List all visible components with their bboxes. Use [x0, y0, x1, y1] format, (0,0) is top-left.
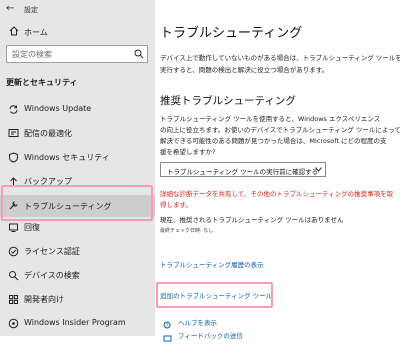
sidebar-item-label: デバイスの検索	[24, 271, 80, 280]
last-checked-text: 最終チェック日時: なし	[160, 228, 214, 234]
sidebar-item-label: 配信の最適化	[24, 129, 72, 138]
sidebar: ← 設定 ホーム 設定の検索 更新とセキュリティ Windows Update …	[0, 0, 155, 336]
recommended-title: 推奨トラブルシューティング	[160, 95, 296, 107]
find-device-icon	[9, 271, 19, 281]
developer-icon	[9, 295, 19, 305]
search-placeholder: 設定の検索	[12, 50, 52, 59]
home-nav-item[interactable]: ホーム	[0, 22, 155, 40]
diagnostic-data-warning[interactable]: 詳細な診断データを共有して、その他のトラブルシューティングの推奨事項を取 得しま…	[160, 189, 393, 211]
history-link[interactable]: トラブルシューティング履歴の表示	[160, 259, 264, 269]
svg-text:?: ?	[166, 323, 169, 329]
delivery-optimization-icon	[8, 129, 19, 137]
back-icon[interactable]: ←	[6, 3, 14, 14]
chevron-down-icon	[315, 167, 322, 172]
insider-icon	[8, 318, 19, 329]
sidebar-item-label: Windows Update	[24, 104, 92, 113]
sidebar-item-label: Windows セキュリティ	[24, 153, 110, 162]
help-icon: ?	[163, 316, 173, 329]
search-box[interactable]: 設定の検索	[6, 45, 148, 63]
no-recommendations-text: 現在、推奨されるトラブルシューティング ツールはありません	[160, 216, 344, 224]
sidebar-item-windows-insider[interactable]: Windows Insider Program	[0, 315, 155, 335]
dropdown-value: トラブルシューティング ツールの実行前に確認する	[167, 168, 319, 176]
page-title: トラブルシューティング	[160, 26, 303, 41]
window-title: 設定	[24, 6, 38, 14]
shield-icon	[9, 152, 18, 163]
home-icon	[9, 26, 19, 36]
sidebar-item-label: ライセンス認証	[24, 247, 80, 256]
sync-icon	[9, 105, 18, 114]
sidebar-item-label: Windows Insider Program	[24, 318, 126, 327]
sidebar-item-recovery[interactable]: 回復	[0, 219, 155, 239]
highlight-frame	[156, 282, 273, 308]
home-label: ホーム	[24, 28, 48, 37]
sidebar-item-windows-security[interactable]: Windows セキュリティ	[0, 149, 155, 169]
highlight-frame	[1, 185, 153, 221]
help-link[interactable]: ヘルプを表示	[178, 317, 217, 327]
recovery-icon	[9, 223, 18, 232]
search-icon[interactable]	[134, 49, 144, 59]
recommended-description: トラブルシューティング ツールを使用すると、Windows エクスペリエンス の…	[160, 115, 400, 156]
assist-level-dropdown[interactable]: トラブルシューティング ツールの実行前に確認する	[160, 162, 326, 177]
sidebar-item-activation[interactable]: ライセンス認証	[0, 243, 155, 263]
feedback-link[interactable]: フィードバックの送信	[178, 330, 243, 340]
main-content: トラブルシューティング デバイス上で動作していないものがある場合は、トラブルシュ…	[155, 0, 400, 342]
page-description: デバイス上で動作していないものがある場合は、トラブルシューティング ツールを 実…	[160, 54, 400, 74]
sidebar-item-label: 開発者向け	[24, 295, 64, 304]
section-title: 更新とセキュリティ	[6, 78, 78, 87]
sidebar-item-delivery-optimization[interactable]: 配信の最適化	[0, 125, 155, 145]
sidebar-item-label: 回復	[24, 223, 40, 232]
activation-check-icon	[8, 246, 19, 257]
feedback-icon	[163, 330, 173, 342]
sidebar-item-windows-update[interactable]: Windows Update	[0, 101, 155, 121]
sidebar-item-developer[interactable]: 開発者向け	[0, 291, 155, 311]
sidebar-item-find-device[interactable]: デバイスの検索	[0, 267, 155, 287]
